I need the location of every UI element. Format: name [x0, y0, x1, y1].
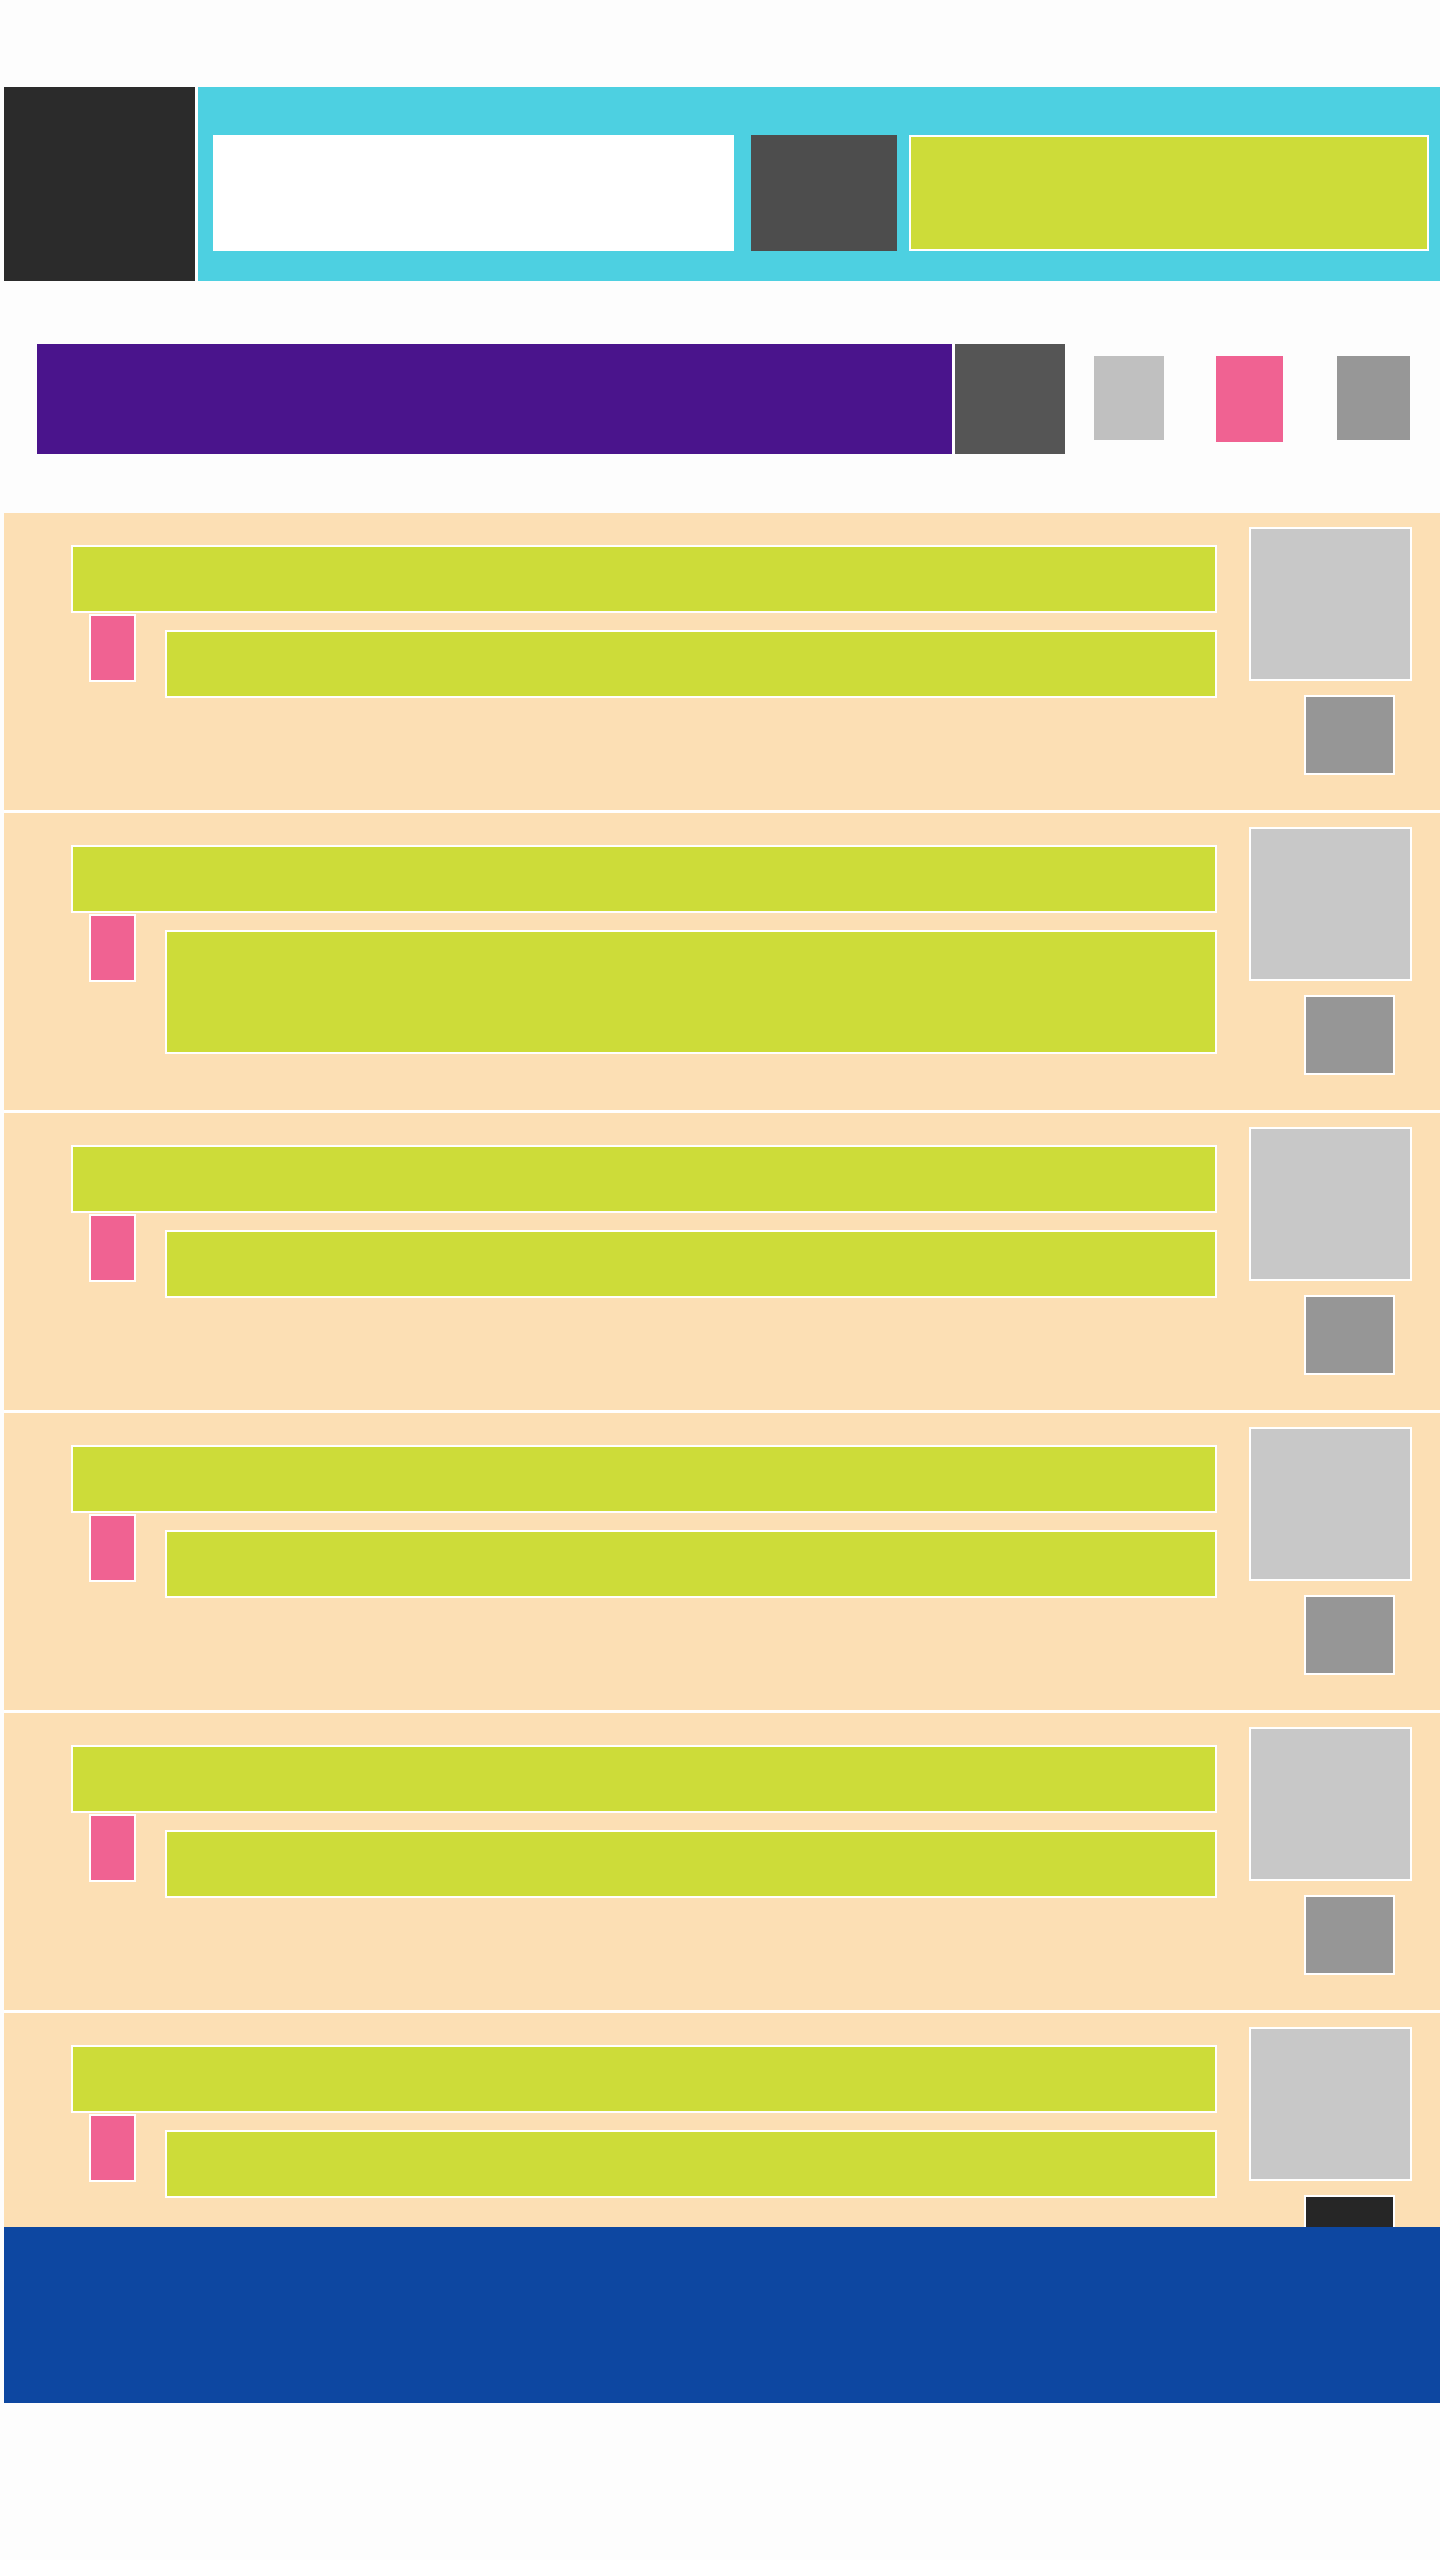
list-item-thumbnail [1249, 1127, 1412, 1281]
list-item-title[interactable] [71, 1145, 1217, 1213]
list-item-body [165, 2130, 1217, 2198]
menu-button[interactable] [952, 344, 1065, 454]
list-item-action-button[interactable] [1304, 1895, 1395, 1975]
list-item-body [165, 1230, 1217, 1298]
header-action-button[interactable] [909, 135, 1429, 251]
list-item-thumbnail [1249, 2027, 1412, 2181]
list-item-tag [89, 614, 136, 682]
list-item[interactable] [4, 1413, 1440, 1713]
list-item-thumbnail [1249, 1727, 1412, 1881]
list-item-body [165, 630, 1217, 698]
search-input[interactable] [213, 135, 734, 251]
logo[interactable] [4, 87, 198, 281]
list-item-action-button[interactable] [1304, 995, 1395, 1075]
list-item-tag [89, 1514, 136, 1582]
list-item-action-button[interactable] [1304, 1595, 1395, 1675]
list-item-title[interactable] [71, 2045, 1217, 2113]
list-item-thumbnail [1249, 827, 1412, 981]
list-item-body [165, 1530, 1217, 1598]
list-item-title[interactable] [71, 1445, 1217, 1513]
list-item-tag [89, 2114, 136, 2182]
list-item-title[interactable] [71, 545, 1217, 613]
list-item-action-button[interactable] [1304, 2195, 1395, 2227]
light-gray-tool-icon[interactable] [1094, 356, 1164, 440]
item-list [4, 513, 1440, 2227]
list-item-tag [89, 1814, 136, 1882]
list-item[interactable] [4, 1113, 1440, 1413]
list-item[interactable] [4, 513, 1440, 813]
list-item-title[interactable] [71, 845, 1217, 913]
search-button[interactable] [751, 135, 897, 251]
list-item-thumbnail [1249, 527, 1412, 681]
list-item-action-button[interactable] [1304, 1295, 1395, 1375]
list-item-thumbnail [1249, 1427, 1412, 1581]
list-item-tag [89, 1214, 136, 1282]
app-screen [0, 0, 1440, 2560]
gray-tool-icon[interactable] [1337, 356, 1410, 440]
list-item-title[interactable] [71, 1745, 1217, 1813]
list-item[interactable] [4, 813, 1440, 1113]
footer-bar [4, 2227, 1440, 2403]
list-item-body [165, 1830, 1217, 1898]
list-item-tag [89, 914, 136, 982]
pink-tool-icon[interactable] [1216, 356, 1283, 442]
list-item[interactable] [4, 2013, 1440, 2227]
list-item-action-button[interactable] [1304, 695, 1395, 775]
page-title-bar [37, 344, 952, 454]
list-item-body [165, 930, 1217, 1054]
list-item[interactable] [4, 1713, 1440, 2013]
